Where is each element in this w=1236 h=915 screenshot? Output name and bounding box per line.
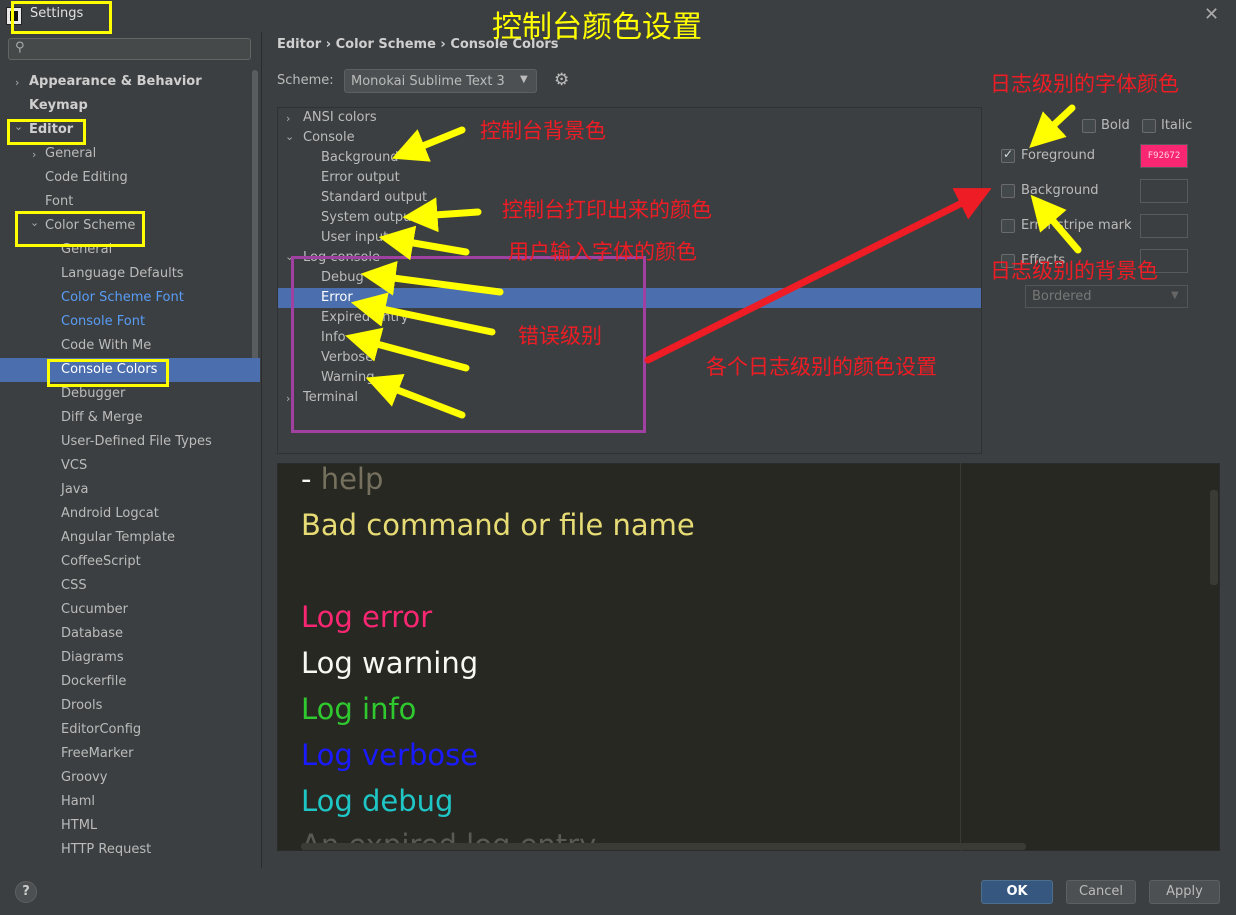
annotation-each-log-level: 各个日志级别的颜色设置 bbox=[706, 355, 937, 379]
annotation-console-background: 控制台背景色 bbox=[480, 119, 606, 143]
annotation-error-level: 错误级别 bbox=[518, 324, 602, 348]
annotation-printed-color: 控制台打印出来的颜色 bbox=[502, 198, 712, 222]
annotation-foreground-font-color: 日志级别的字体颜色 bbox=[990, 72, 1179, 96]
annotation-arrows bbox=[345, 104, 1082, 419]
annotation-user-input-color: 用户输入字体的颜色 bbox=[508, 240, 697, 264]
annotation-title: 控制台颜色设置 bbox=[492, 10, 702, 45]
annotation-log-background: 日志级别的背景色 bbox=[990, 259, 1158, 283]
